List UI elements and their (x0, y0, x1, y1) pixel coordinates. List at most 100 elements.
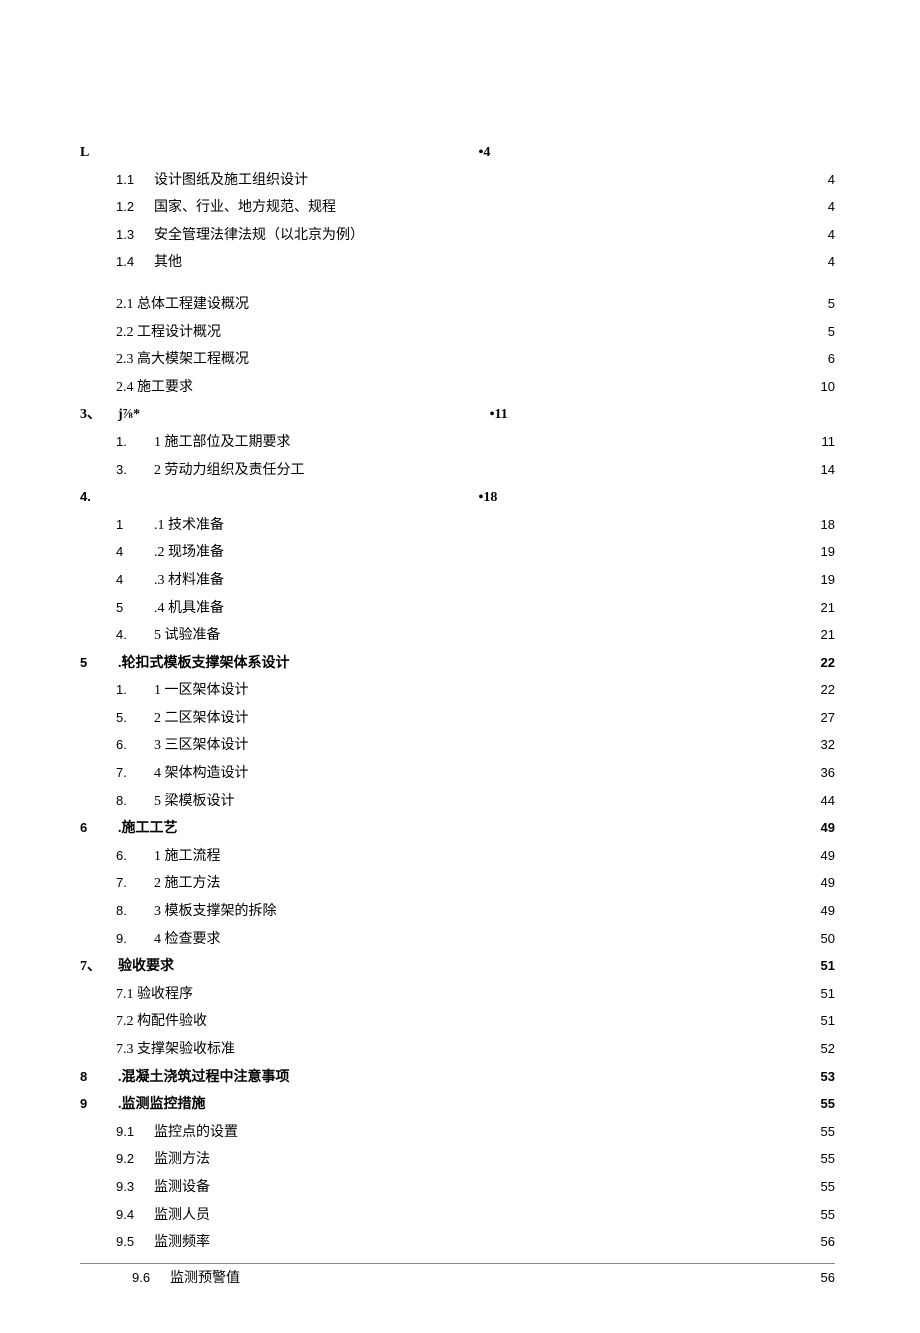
toc-page-number: 5 (826, 320, 835, 345)
toc-entry-number: 7. (116, 871, 144, 896)
toc-entry-title: 7.1 验收程序 (116, 982, 193, 1009)
toc-entry-title: .轮扣式模板支撑架体系设计 (118, 651, 290, 678)
toc-entry: 7.2 构配件验收51 (80, 1009, 835, 1036)
toc-entry: 5.2 二区架体设计27 (80, 706, 835, 733)
toc-page-number: 55 (819, 1092, 835, 1117)
toc-entry-title: 监测人员 (154, 1203, 210, 1230)
toc-entry: 1.3安全管理法律法规（以北京为例）4 (80, 223, 835, 250)
toc-entry: 9.4 监测人员 55 (80, 1203, 835, 1230)
toc-entry-number: 1. (116, 678, 144, 703)
toc-entry-title: 监测频率 (154, 1230, 210, 1257)
toc-entry-title: .混凝土浇筑过程中注意事项 (118, 1065, 290, 1092)
toc-entry-number: 4 (116, 540, 144, 565)
toc-entry: 4.3 材料准备19 (80, 568, 835, 595)
toc-entry: 7.3 支撑架验收标准52 (80, 1037, 835, 1064)
toc-entry-number: 8. (116, 899, 144, 924)
toc-page-number: 49 (819, 871, 835, 896)
toc-page-number: 51 (819, 982, 835, 1007)
toc-entry: 2.2 工程设计概况5 (80, 320, 835, 347)
toc-page-number: 55 (819, 1175, 835, 1200)
toc-entry: 8.混凝土浇筑过程中注意事项53 (80, 1065, 835, 1092)
toc-inline-page: •18 (479, 485, 836, 512)
toc-entry-title: j⅞* (118, 402, 140, 429)
toc-inline-page: •4 (479, 140, 836, 167)
toc-entry-number: 9.3 (116, 1175, 144, 1200)
toc-page-number: 49 (819, 844, 835, 869)
toc-entry: 2.4 施工要求10 (80, 375, 835, 402)
toc-entry: 9.4 检查要求50 (80, 927, 835, 954)
toc-entry-title: 5 梁模板设计 (154, 789, 235, 816)
toc-entry-number: 3. (116, 458, 144, 483)
toc-page-number: 50 (819, 927, 835, 952)
toc-entry: 8.5 梁模板设计44 (80, 789, 835, 816)
toc-entry: 7.2 施工方法49 (80, 871, 835, 898)
toc-entry-title: .4 机具准备 (154, 596, 224, 623)
toc-entry-title: 5 试验准备 (154, 623, 221, 650)
toc-entry: 3、j⅞*•11 (80, 402, 835, 429)
toc-entry-title: 设计图纸及施工组织设计 (154, 168, 308, 195)
toc-entry-number: 9. (116, 927, 144, 952)
toc-entry-title: .2 现场准备 (154, 540, 224, 567)
toc-entry-title: .施工工艺 (118, 816, 178, 843)
toc-entry-number: 9 (80, 1092, 108, 1117)
toc-page-number: 4 (826, 195, 835, 220)
toc-page-number: 55 (819, 1120, 835, 1145)
toc-entry-title: 1 一区架体设计 (154, 678, 249, 705)
toc-page-number: 5 (826, 292, 835, 317)
toc-page-number: 51 (819, 954, 835, 979)
toc-page-number: 18 (819, 513, 835, 538)
toc-entry: 4.5 试验准备21 (80, 623, 835, 650)
toc-page-number: 51 (819, 1009, 835, 1034)
toc-entry-number: 6 (80, 816, 108, 841)
toc-entry-title: 其他 (154, 250, 182, 277)
toc-entry-number: L (80, 140, 108, 167)
toc-entry-number: 9.4 (116, 1203, 144, 1228)
toc-entry-title: 监测方法 (154, 1147, 210, 1174)
toc-entry-number: 9.5 (116, 1230, 144, 1255)
toc-entry-number: 1.3 (116, 223, 144, 248)
toc-entry: 7.1 验收程序 51 (80, 982, 835, 1009)
toc-entry-title: 1 施工流程 (154, 844, 221, 871)
toc-page-number: 55 (819, 1203, 835, 1228)
toc-entry-number: 5 (116, 596, 144, 621)
toc-entry: 6.施工工艺49 (80, 816, 835, 843)
toc-entry-number: 9.1 (116, 1120, 144, 1145)
toc-page-number: 4 (826, 223, 835, 248)
toc-page-number: 4 (826, 250, 835, 275)
toc-page-number: 32 (819, 733, 835, 758)
toc-entry-number: 4. (116, 623, 144, 648)
toc-page-number: 22 (819, 651, 835, 676)
toc-entry: 1.4 其他 4 (80, 250, 835, 277)
toc-entry-title: 2.3 高大模架工程概况 (116, 347, 249, 374)
toc-entry: 1.1 技术准备18 (80, 513, 835, 540)
toc-page-number: 22 (819, 678, 835, 703)
toc-entry: 1.1设计图纸及施工组织设计4 (80, 168, 835, 195)
toc-entry: 6.3 三区架体设计32 (80, 733, 835, 760)
toc-entry-number: 1.4 (116, 250, 144, 275)
toc-entry-title: 监控点的设置 (154, 1120, 238, 1147)
toc-entry-number: 6. (116, 733, 144, 758)
toc-entry-number: 1.1 (116, 168, 144, 193)
toc-entry: 1. 1 一区架体设计 22 (80, 678, 835, 705)
toc-entry: 1.2国家、行业、地方规范、规程4 (80, 195, 835, 222)
spacer (80, 278, 835, 292)
toc-entry: 9.监测监控措施55 (80, 1092, 835, 1119)
toc-entry: 9.6监测预警值56 (80, 1266, 835, 1293)
divider (80, 1263, 835, 1264)
toc-entry-title: 监测设备 (154, 1175, 210, 1202)
table-of-contents: L•41.1设计图纸及施工组织设计41.2国家、行业、地方规范、规程41.3安全… (80, 140, 835, 1292)
toc-entry-number: 1. (116, 430, 144, 455)
toc-entry-number: 4 (116, 568, 144, 593)
toc-entry: 6.1 施工流程49 (80, 844, 835, 871)
toc-page-number: 21 (819, 596, 835, 621)
toc-entry-title: 国家、行业、地方规范、规程 (154, 195, 336, 222)
toc-entry-title: .1 技术准备 (154, 513, 224, 540)
toc-entry: L •4 (80, 140, 835, 167)
toc-page-number: 56 (819, 1230, 835, 1255)
toc-entry-number: 8 (80, 1065, 108, 1090)
toc-page-number: 55 (819, 1147, 835, 1172)
toc-entry-number: 3、 (80, 402, 108, 429)
toc-page-number: 44 (819, 789, 835, 814)
toc-entry-number: 5 (80, 651, 108, 676)
toc-page-number: 49 (819, 899, 835, 924)
